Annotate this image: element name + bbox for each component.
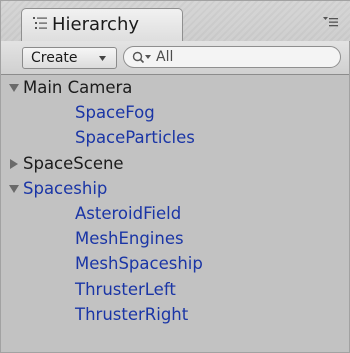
search-field[interactable]: All	[123, 46, 341, 68]
expanded-arrow-icon[interactable]	[9, 83, 19, 93]
tree-row[interactable]: ThrusterRight	[1, 302, 349, 327]
tree-row[interactable]: SpaceParticles	[1, 125, 349, 150]
collapsed-arrow-icon[interactable]	[9, 158, 19, 169]
tree-item-label: ThrusterLeft	[75, 279, 176, 299]
tree-item-label: AsteroidField	[75, 204, 182, 223]
tree-item-label: MeshEngines	[75, 229, 184, 249]
tree-row[interactable]: MeshEngines	[1, 226, 349, 251]
panel-title-bar: Hierarchy	[1, 1, 350, 42]
tree-item-label: SpaceFog	[75, 103, 155, 123]
tree-row[interactable]: Spaceship	[1, 176, 349, 201]
tab-hierarchy[interactable]: Hierarchy	[21, 8, 183, 41]
tree-row[interactable]: ThrusterLeft	[1, 277, 349, 302]
tree-item-label: MeshSpaceship	[75, 254, 203, 274]
create-dropdown-button[interactable]: Create	[22, 47, 117, 69]
search-filter-icon	[132, 51, 151, 64]
tree-row[interactable]: SpaceFog	[1, 100, 349, 125]
hierarchy-list-icon	[33, 17, 47, 29]
tree-row[interactable]: AsteroidField	[1, 201, 349, 226]
hierarchy-tree: Main Camera SpaceFog SpaceParticles SpaceSc…	[1, 75, 349, 352]
tree-item-label: SpaceScene	[23, 153, 124, 173]
tree-item-label: ThrusterRight	[75, 304, 189, 324]
create-label: Create	[31, 50, 78, 66]
dropdown-arrow-icon	[99, 56, 106, 61]
expanded-arrow-icon[interactable]	[9, 184, 19, 194]
tree-row[interactable]: MeshSpaceship	[1, 251, 349, 276]
tree-item-label: Main Camera	[23, 78, 133, 97]
search-placeholder: All	[156, 49, 174, 65]
tree-item-label: Spaceship	[23, 178, 108, 198]
tree-row[interactable]: Main Camera	[1, 75, 349, 100]
panel-menu-icon[interactable]	[321, 15, 339, 29]
tree-row[interactable]: SpaceScene	[1, 151, 349, 176]
hierarchy-toolbar: Create All	[1, 41, 349, 75]
hierarchy-panel: Hierarchy Create All Main Camera SpaceFog…	[0, 0, 350, 353]
tab-label: Hierarchy	[52, 14, 140, 35]
tree-item-label: SpaceParticles	[75, 128, 195, 148]
